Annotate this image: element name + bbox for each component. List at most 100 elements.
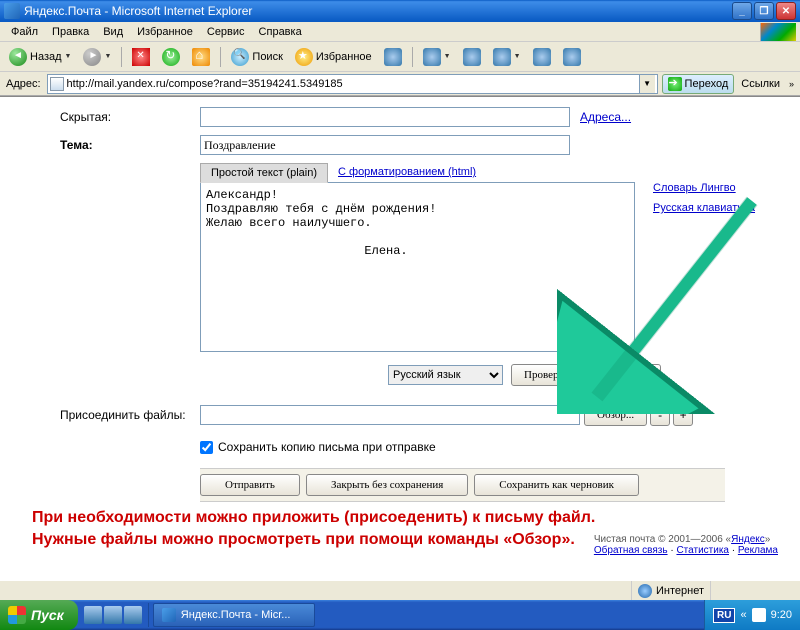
home-icon [192,48,210,66]
links-label[interactable]: Ссылки [738,78,783,90]
address-dropdown[interactable]: ▼ [639,75,655,93]
discuss-button[interactable] [528,45,556,69]
page-icon [50,77,64,91]
separator [220,47,221,67]
minimize-button[interactable]: _ [732,2,752,20]
separator [412,47,413,67]
check-button[interactable]: Проверить.. [511,364,593,386]
toolbar: Назад ▼ ▼ Поиск Избранное ▼ ▼ [0,42,800,72]
menu-edit[interactable]: Правка [45,24,96,40]
back-label: Назад [30,51,62,63]
forward-button[interactable]: ▼ [78,45,116,69]
system-tray: RU « 9:20 [704,600,800,630]
send-button[interactable]: Отправить [200,474,300,496]
menu-bar: Файл Правка Вид Избранное Сервис Справка [0,22,800,42]
windows-start-icon [8,606,26,624]
ql-icon-2[interactable] [104,606,122,624]
add-attach-button[interactable]: + [673,404,693,426]
hidden-input[interactable] [200,107,570,127]
windows-logo-icon [760,23,796,41]
lingvo-link[interactable]: Словарь Лингво [653,182,755,194]
language-select[interactable]: Русский язык [388,365,503,385]
separator [121,47,122,67]
taskbar: Пуск Яндекс.Почта - Micr... RU « 9:20 [0,600,800,630]
favorites-button[interactable]: Избранное [290,45,377,69]
window-title: Яндекс.Почта - Microsoft Internet Explor… [24,4,732,18]
go-icon [668,77,682,91]
chevron-right-icon[interactable]: » [787,79,796,89]
feedback-link[interactable]: Обратная связь [594,545,668,556]
stop-icon [132,48,150,66]
menu-favorites[interactable]: Избранное [130,24,200,40]
chevron-down-icon: ▼ [444,53,451,60]
close-no-save-button[interactable]: Закрыть без сохранения [306,474,468,496]
start-button[interactable]: Пуск [0,600,78,630]
stats-link[interactable]: Статистика [676,545,729,556]
favorites-label: Избранное [316,51,372,63]
refresh-icon [162,48,180,66]
ql-icon-1[interactable] [84,606,102,624]
edit-button[interactable]: ▼ [488,45,526,69]
ads-link[interactable]: Реклама [738,545,778,556]
search-label: Поиск [252,51,282,63]
tray-chevron[interactable]: « [740,609,746,621]
print-button[interactable] [458,45,486,69]
resize-grip [710,581,800,600]
message-textarea[interactable]: Александр! Поздравляю тебя с днём рожден… [200,182,635,352]
content-area: Скрытая: Адреса... Тема: Простой текст (… [0,96,800,580]
messenger-button[interactable] [558,45,586,69]
refresh-button[interactable] [157,45,185,69]
stop-button[interactable] [127,45,155,69]
tray-icon[interactable] [752,608,766,622]
back-icon [9,48,27,66]
save-copy-checkbox[interactable] [200,441,213,454]
address-input[interactable] [67,78,639,90]
menu-help[interactable]: Справка [252,24,309,40]
status-bar: Интернет [0,580,800,600]
addresses-link[interactable]: Адреса... [580,110,631,124]
attach-input[interactable] [200,405,580,425]
chevron-down-icon: ▼ [104,53,111,60]
save-draft-button[interactable]: Сохранить как черновик [474,474,639,496]
discuss-icon [533,48,551,66]
subject-label: Тема: [60,138,200,152]
taskbar-task[interactable]: Яндекс.Почта - Micr... [153,603,315,627]
tab-plain-text[interactable]: Простой текст (plain) [200,163,328,183]
go-button[interactable]: Переход [662,74,735,94]
window-titlebar: Яндекс.Почта - Microsoft Internet Explor… [0,0,800,22]
remove-attach-button[interactable]: - [650,404,670,426]
address-label: Адрес: [4,78,43,90]
hidden-label: Скрытая: [60,110,200,124]
language-indicator[interactable]: RU [713,608,735,623]
start-label: Пуск [31,607,64,623]
browse-button[interactable]: Обзор... [584,404,647,426]
print-icon [463,48,481,66]
address-input-wrap[interactable]: ▼ [47,74,658,94]
menu-file[interactable]: Файл [4,24,45,40]
menu-tools[interactable]: Сервис [200,24,252,40]
history-button[interactable] [379,45,407,69]
yandex-link[interactable]: Яндекс [731,534,765,545]
maximize-button[interactable]: ❐ [754,2,774,20]
save-copy-label: Сохранить копию письма при отправке [218,440,436,454]
mail-icon [423,48,441,66]
subject-input[interactable] [200,135,570,155]
keyboard-link[interactable]: Русская клавиатура [653,202,755,214]
search-button[interactable]: Поиск [226,45,287,69]
back-button[interactable]: Назад ▼ [4,45,76,69]
ql-icon-3[interactable] [124,606,142,624]
clock[interactable]: 9:20 [771,609,792,621]
edit-icon [493,48,511,66]
tab-html-link[interactable]: С форматированием (html) [328,163,486,183]
mail-button[interactable]: ▼ [418,45,456,69]
zone-label: Интернет [656,585,704,597]
chevron-down-icon: ▼ [65,53,72,60]
home-button[interactable] [187,45,215,69]
translit-button[interactable]: Translit [601,364,661,386]
task-label: Яндекс.Почта - Micr... [181,609,291,621]
zone-indicator: Интернет [631,581,710,600]
chevron-down-icon: ▼ [514,53,521,60]
close-button[interactable]: ✕ [776,2,796,20]
messenger-icon [563,48,581,66]
menu-view[interactable]: Вид [96,24,130,40]
